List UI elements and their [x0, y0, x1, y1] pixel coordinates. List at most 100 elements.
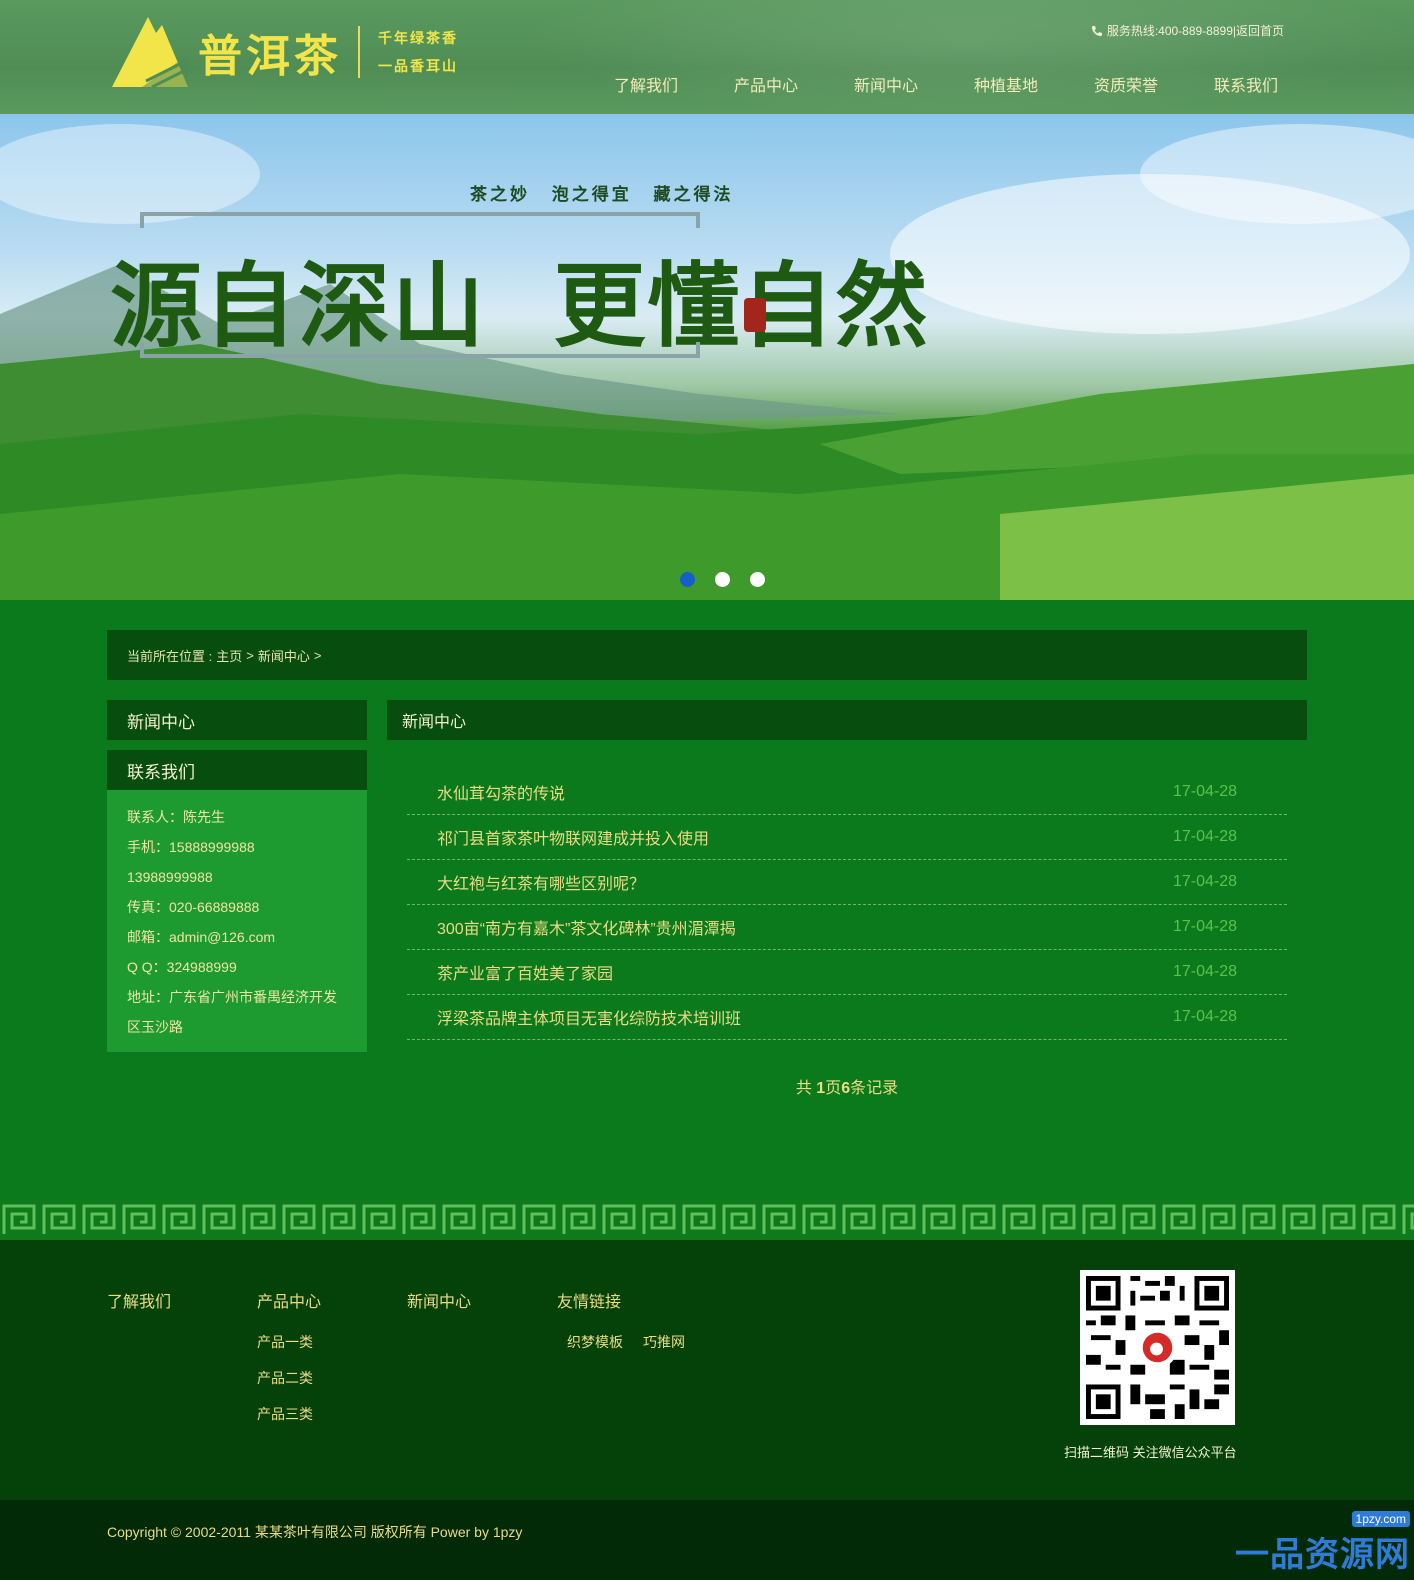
pager-post: 条记录	[850, 1080, 899, 1097]
contact-qq: Q Q：324988999	[127, 959, 237, 975]
footer-products-link[interactable]: 产品中心	[257, 1288, 397, 1312]
pager-records: 6	[841, 1080, 851, 1097]
footer-friends-heading: 友情链接	[557, 1294, 622, 1311]
banner-frame	[696, 342, 700, 358]
footer-product-cat-2[interactable]: 产品二类	[257, 1368, 397, 1388]
news-title[interactable]: 水仙茸勾茶的传说	[437, 780, 565, 804]
contact-mobile-2: 13988999988	[127, 869, 213, 885]
news-list: 水仙茸勾茶的传说 17-04-28 祁门县首家茶叶物联网建成并投入使用 17-0…	[407, 770, 1287, 1040]
footer-col-about: 了解我们	[107, 1288, 247, 1332]
banner-subtitle: 茶之妙 泡之得宜 藏之得法	[470, 185, 734, 204]
banner-frame	[140, 342, 144, 358]
breadcrumb: 当前所在位置 : 主页 > 新闻中心 >	[107, 630, 1307, 680]
copyright-bar: Copyright © 2002-2011 某某茶叶有限公司 版权所有 Powe…	[0, 1500, 1414, 1580]
pager-mid: 页	[825, 1080, 842, 1097]
news-title[interactable]: 浮梁茶品牌主体项目无害化综防技术培训班	[437, 1005, 741, 1029]
news-title[interactable]: 300亩“南方有嘉木”茶文化碑林”贵州湄潭揭	[437, 915, 736, 939]
nav-news[interactable]: 新闻中心	[842, 72, 962, 96]
news-date: 17-04-28	[1172, 1008, 1237, 1025]
nav-contact[interactable]: 联系我们	[1202, 72, 1322, 96]
qr-code-icon	[1086, 1276, 1229, 1419]
watermark-logo: 一品资源网	[1235, 1536, 1410, 1574]
brand-slogan: 千年绿茶香 一品香耳山	[378, 28, 458, 76]
brand-name: 普洱茶	[198, 31, 342, 82]
footer-col-news: 新闻中心	[407, 1288, 547, 1332]
news-item[interactable]: 300亩“南方有嘉木”茶文化碑林”贵州湄潭揭 17-04-28	[407, 905, 1287, 950]
news-title[interactable]: 茶产业富了百姓美了家园	[437, 960, 613, 984]
friend-link-2[interactable]: 巧推网	[643, 1332, 685, 1352]
slider-dots	[680, 572, 765, 587]
banner-frame	[696, 212, 700, 228]
contact-person: 联系人：陈先生	[127, 809, 225, 825]
banner-frame	[140, 354, 700, 358]
news-date: 17-04-28	[1172, 828, 1237, 845]
news-panel: 新闻中心 水仙茸勾茶的传说 17-04-28 祁门县首家茶叶物联网建成并投入使用…	[387, 700, 1307, 1098]
nav-about[interactable]: 了解我们	[602, 72, 722, 96]
sidebar-contact-heading[interactable]: 联系我们	[107, 750, 367, 790]
pagination-summary: 共 1页6条记录	[387, 1074, 1307, 1098]
news-date: 17-04-28	[1172, 963, 1237, 980]
hotline-text: 服务热线:400-889-8899|返回首页	[1106, 24, 1284, 38]
news-item[interactable]: 祁门县首家茶叶物联网建成并投入使用 17-04-28	[407, 815, 1287, 860]
breadcrumb-separator: >	[313, 647, 322, 663]
banner-frame	[140, 212, 144, 228]
banner-title: 源自深山 更懂自然	[110, 256, 930, 358]
hotline[interactable]: 服务热线:400-889-8899|返回首页	[1091, 22, 1284, 39]
friend-links: 织梦模板 巧推网	[557, 1332, 817, 1352]
news-title[interactable]: 大红袍与红茶有哪些区别呢？	[437, 870, 645, 894]
qr-caption: 扫描二维码 关注微信公众平台	[1064, 1445, 1237, 1460]
news-item[interactable]: 茶产业富了百姓美了家园 17-04-28	[407, 950, 1287, 995]
footer-col-friends: 友情链接 织梦模板 巧推网	[557, 1288, 817, 1352]
footer-col-products: 产品中心 产品一类 产品二类 产品三类	[257, 1288, 397, 1440]
copyright-text: Copyright © 2002-2011 某某茶叶有限公司 版权所有 Powe…	[107, 1524, 523, 1540]
main-nav: 了解我们 产品中心 新闻中心 种植基地 资质荣誉 联系我们	[602, 72, 1322, 96]
wechat-qr-code	[1080, 1270, 1235, 1425]
news-item[interactable]: 浮梁茶品牌主体项目无害化综防技术培训班 17-04-28	[407, 995, 1287, 1040]
slider-dot-2[interactable]	[715, 572, 730, 587]
hero-banner[interactable]: 茶之妙 泡之得宜 藏之得法 源自深山 更懂自然	[0, 114, 1414, 600]
footer-product-cat-1[interactable]: 产品一类	[257, 1332, 397, 1352]
slider-dot-1[interactable]	[680, 572, 695, 587]
news-item[interactable]: 大红袍与红茶有哪些区别呢？ 17-04-28	[407, 860, 1287, 905]
fret-pattern-border	[0, 1200, 1414, 1240]
site-logo[interactable]: 普洱茶 千年绿茶香 一品香耳山	[112, 14, 458, 90]
news-title[interactable]: 祁门县首家茶叶物联网建成并投入使用	[437, 825, 709, 849]
contact-fax: 传真：020-66889888	[127, 899, 260, 915]
pager-pre: 共	[795, 1080, 817, 1097]
watermark-url: 1pzy.com	[1351, 1511, 1410, 1527]
banner-frame	[140, 212, 700, 216]
pager-pages: 1	[816, 1080, 826, 1097]
breadcrumb-separator: >	[246, 647, 254, 663]
nav-plantation[interactable]: 种植基地	[962, 72, 1082, 96]
contact-mobile: 手机：15888999988	[127, 839, 255, 855]
red-seal-icon	[744, 298, 766, 332]
news-date: 17-04-28	[1172, 918, 1237, 935]
news-date: 17-04-28	[1172, 783, 1237, 800]
news-panel-heading: 新闻中心	[387, 700, 1307, 740]
watermark: 1pzy.com 一品资源网	[1235, 1511, 1410, 1576]
breadcrumb-prefix: 当前所在位置 :	[127, 648, 213, 664]
site-header: 普洱茶 千年绿茶香 一品香耳山 服务热线:400-889-8899|返回首页 了…	[0, 0, 1414, 114]
breadcrumb-news[interactable]: 新闻中心	[258, 646, 310, 665]
footer-about-link[interactable]: 了解我们	[107, 1288, 247, 1312]
news-item[interactable]: 水仙茸勾茶的传说 17-04-28	[407, 770, 1287, 815]
breadcrumb-home[interactable]: 主页	[216, 646, 242, 665]
sidebar: 新闻中心 联系我们 联系人：陈先生 手机：15888999988 1398899…	[107, 700, 367, 1052]
nav-products[interactable]: 产品中心	[722, 72, 842, 96]
contact-email: 邮箱：admin@126.com	[127, 929, 276, 945]
contact-info: 联系人：陈先生 手机：15888999988 13988999988 传真：02…	[107, 790, 367, 1052]
phone-icon	[1091, 25, 1102, 36]
sidebar-news-heading[interactable]: 新闻中心	[107, 700, 367, 740]
mountain-logo-icon	[112, 17, 188, 89]
contact-address: 地址：广东省广州市番禺经济开发	[127, 989, 337, 1005]
slider-dot-3[interactable]	[750, 572, 765, 587]
news-date: 17-04-28	[1172, 873, 1237, 890]
slogan-line-1: 千年绿茶香	[378, 30, 458, 46]
footer-news-link[interactable]: 新闻中心	[407, 1288, 547, 1312]
site-footer: 了解我们 产品中心 产品一类 产品二类 产品三类 新闻中心 友情链接 织梦模板 …	[0, 1240, 1414, 1500]
nav-honors[interactable]: 资质荣誉	[1082, 72, 1202, 96]
logo-divider	[358, 26, 360, 78]
footer-product-cat-3[interactable]: 产品三类	[257, 1404, 397, 1424]
contact-address-cont: 区玉沙路	[127, 1019, 183, 1035]
friend-link-1[interactable]: 织梦模板	[567, 1332, 623, 1352]
